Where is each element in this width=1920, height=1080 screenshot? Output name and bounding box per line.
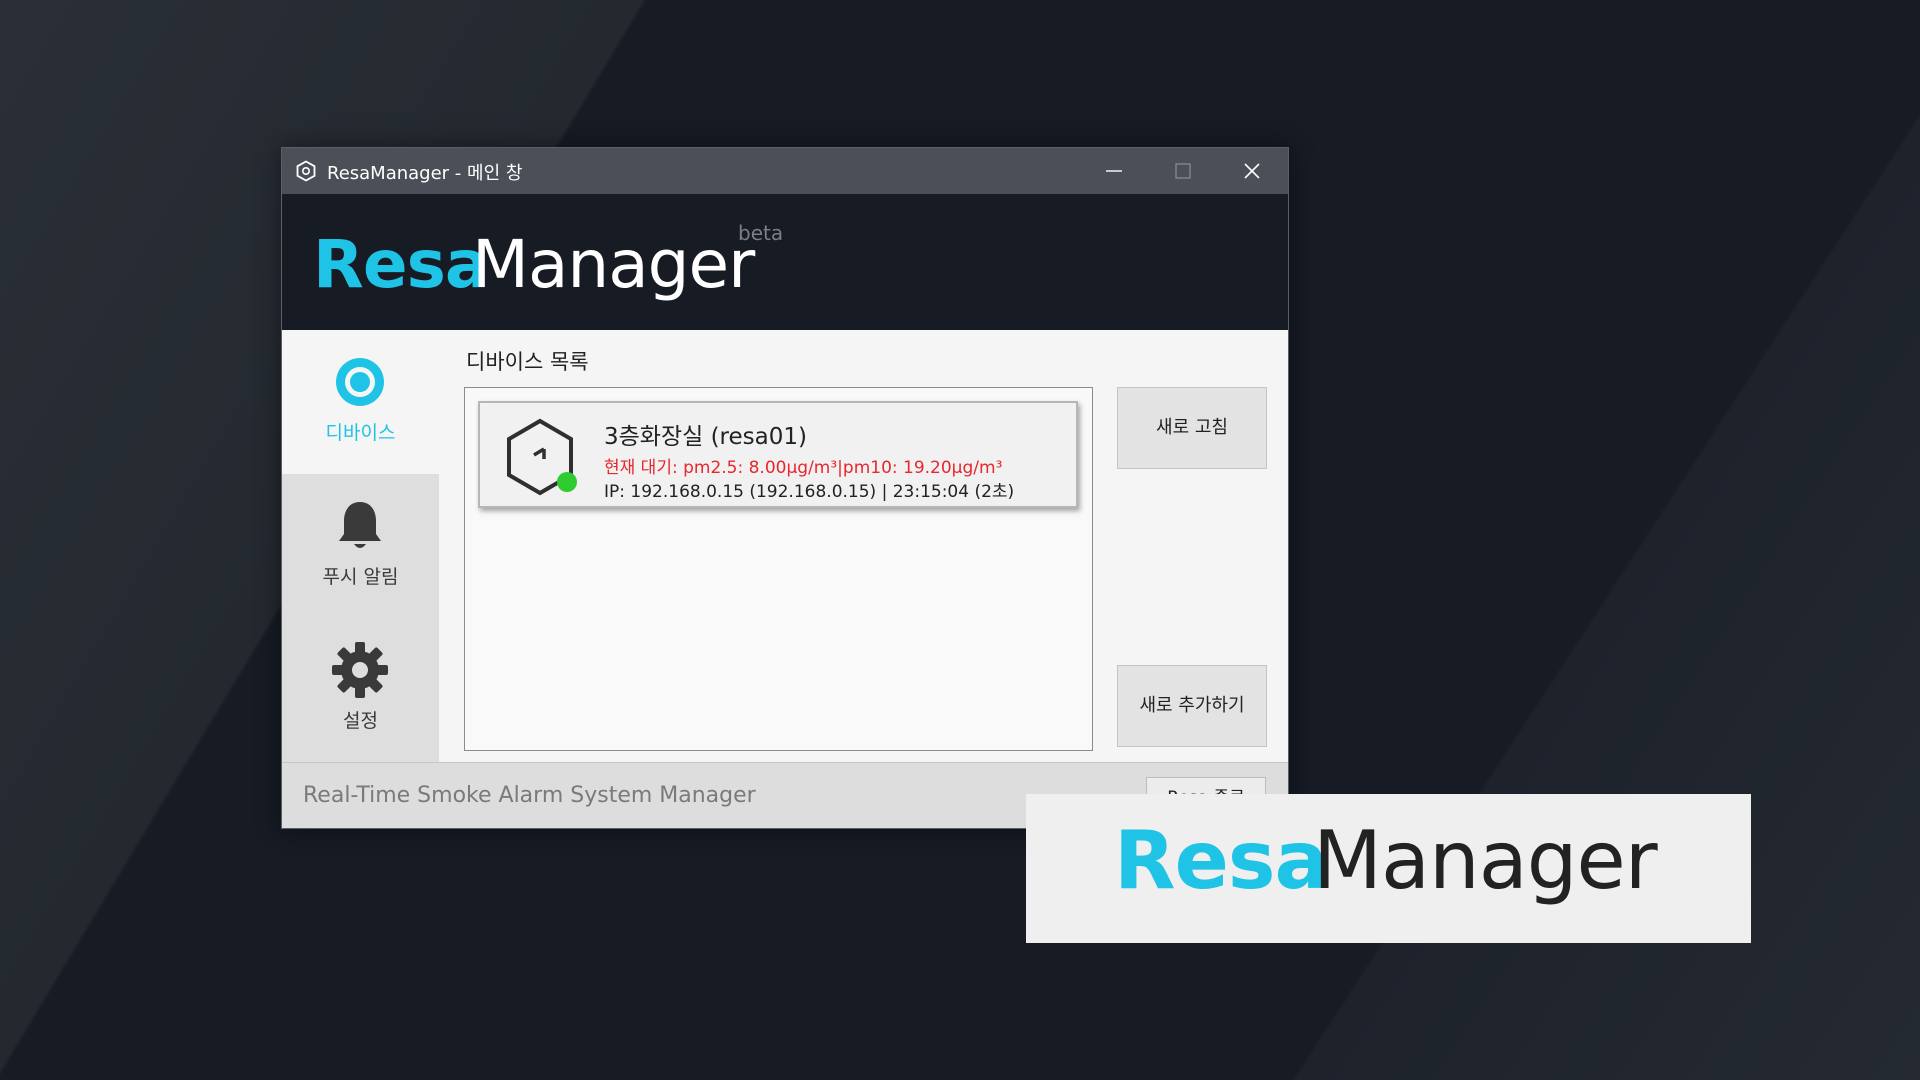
beta-badge: beta bbox=[738, 221, 784, 245]
device-card[interactable]: 3층화장실 (resa01) 현재 대기: pm2.5: 8.00μg/m³|p… bbox=[478, 401, 1078, 508]
sidebar-item-label: 설정 bbox=[343, 710, 378, 732]
sidebar-item-devices[interactable]: 디바이스 bbox=[282, 330, 439, 474]
overlay-logo-card: Resa Manager bbox=[1026, 794, 1751, 943]
device-air-quality: 현재 대기: pm2.5: 8.00μg/m³|pm10: 19.20μg/m³ bbox=[604, 458, 1003, 478]
sidebar-item-settings[interactable]: 설정 bbox=[282, 618, 439, 762]
logo-manager-text: Manager bbox=[472, 226, 755, 303]
window-title: ResaManager - 메인 창 bbox=[327, 163, 523, 184]
footer-tagline: Real-Time Smoke Alarm System Manager bbox=[303, 783, 756, 808]
gear-icon bbox=[332, 642, 388, 698]
logo-resa-text: Resa bbox=[313, 226, 489, 303]
overlay-logo-resa-text: Resa bbox=[1114, 814, 1328, 907]
device-name: 3층화장실 (resa01) bbox=[604, 424, 807, 450]
app-hexagon-icon bbox=[296, 160, 316, 182]
maximize-icon bbox=[1175, 163, 1191, 179]
bell-icon bbox=[339, 502, 381, 548]
maximize-button[interactable] bbox=[1149, 148, 1217, 194]
close-icon bbox=[1244, 163, 1260, 179]
sidebar-item-push-alerts[interactable]: 푸시 알림 bbox=[282, 474, 439, 618]
device-ring-icon bbox=[336, 358, 384, 406]
sidebar-item-label: 디바이스 bbox=[325, 422, 396, 444]
sidebar-item-label: 푸시 알림 bbox=[322, 566, 399, 588]
overlay-logo-manager-text: Manager bbox=[1313, 814, 1658, 907]
add-device-button[interactable]: 새로 추가하기 bbox=[1117, 665, 1267, 747]
device-list[interactable]: 3층화장실 (resa01) 현재 대기: pm2.5: 8.00μg/m³|p… bbox=[464, 387, 1093, 751]
device-list-title: 디바이스 목록 bbox=[466, 350, 589, 374]
status-online-indicator bbox=[557, 472, 577, 492]
app-header: Resa Manager beta bbox=[282, 194, 1288, 330]
sidebar: 디바이스 푸시 알림 설정 bbox=[282, 330, 439, 762]
main-window: ResaManager - 메인 창 Resa Manager beta 디바이… bbox=[281, 147, 1289, 829]
hexagon-sensor-icon bbox=[507, 418, 577, 496]
minimize-button[interactable] bbox=[1080, 148, 1148, 194]
device-ip-info: IP: 192.168.0.15 (192.168.0.15) | 23:15:… bbox=[604, 482, 1015, 502]
minimize-icon bbox=[1106, 170, 1122, 172]
title-bar[interactable]: ResaManager - 메인 창 bbox=[282, 148, 1288, 194]
refresh-button[interactable]: 새로 고침 bbox=[1117, 387, 1267, 469]
close-button[interactable] bbox=[1218, 148, 1286, 194]
